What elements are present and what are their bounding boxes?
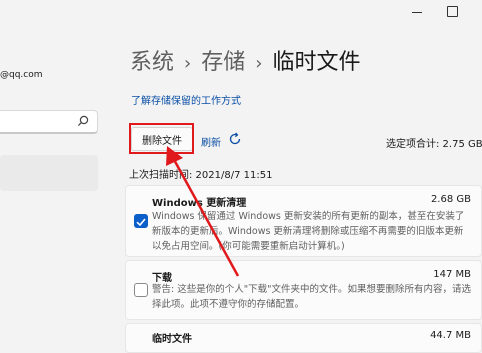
annotation-arrow bbox=[166, 146, 240, 277]
